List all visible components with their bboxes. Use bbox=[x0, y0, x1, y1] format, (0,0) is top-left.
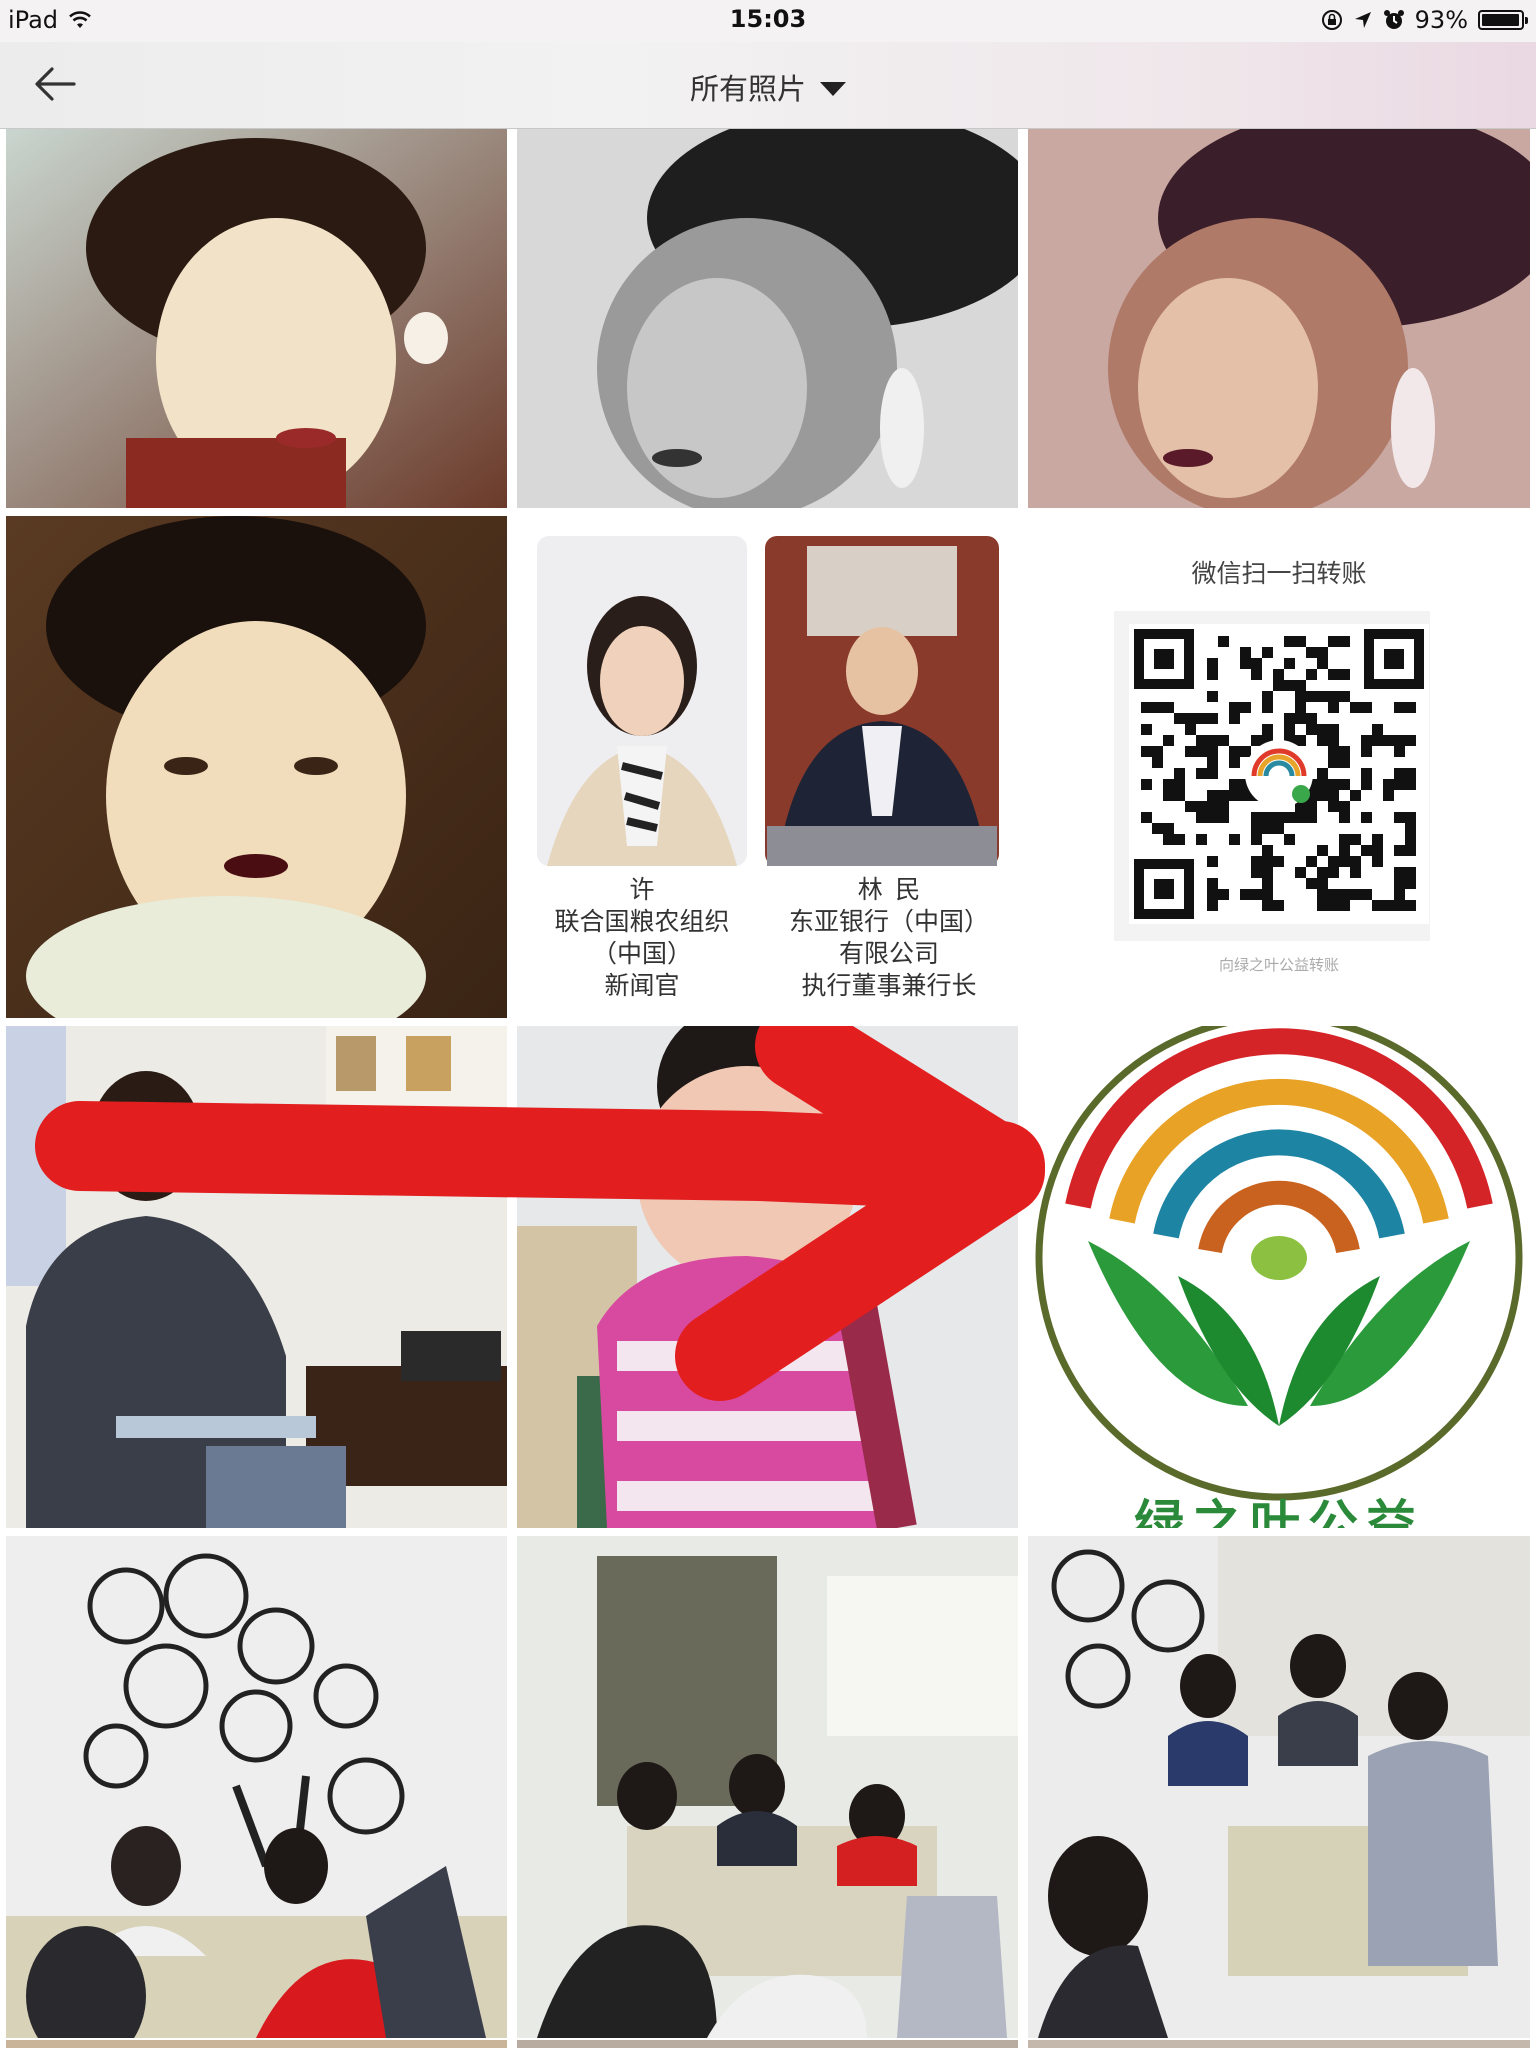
photo-thumbnail[interactable] bbox=[6, 2040, 507, 2048]
status-right: 93% bbox=[1321, 6, 1528, 34]
caption-name: 林 民 bbox=[857, 875, 921, 904]
status-bar: iPad 15:03 93% bbox=[0, 0, 1536, 42]
photo-image bbox=[6, 1026, 507, 1528]
qr-code-photo[interactable]: 微信扫一扫转账 向绿之叶公益转账 bbox=[1028, 516, 1530, 1018]
caption-name: 许 bbox=[629, 875, 655, 904]
qr-title: 微信扫一扫转账 bbox=[1191, 559, 1367, 588]
photo-thumbnail[interactable] bbox=[6, 516, 507, 1018]
battery-percent: 93% bbox=[1414, 6, 1468, 34]
photo-image bbox=[1028, 128, 1530, 508]
caption-line: 东亚银行（中国） bbox=[788, 907, 989, 936]
photo-grid: 许 联合国粮农组织 （中国） 新闻官 林 民 东亚银行（中国） 有限公司 执行董… bbox=[0, 128, 1536, 2048]
photo-thumbnail[interactable] bbox=[517, 128, 1018, 508]
news-card-photo[interactable]: 许 联合国粮农组织 （中国） 新闻官 林 民 东亚银行（中国） 有限公司 执行董… bbox=[517, 516, 1018, 1018]
photo-image bbox=[6, 516, 507, 1018]
page-title: 所有照片 bbox=[689, 72, 806, 106]
photo-image bbox=[6, 128, 507, 508]
photo-thumbnail[interactable] bbox=[1028, 1536, 1530, 2038]
caption-line: （中国） bbox=[591, 939, 692, 968]
location-icon bbox=[1354, 12, 1371, 28]
photo-image bbox=[1028, 1536, 1530, 2038]
photo-thumbnail[interactable] bbox=[517, 1026, 1018, 1528]
qr-code-icon bbox=[1129, 624, 1429, 924]
orientation-lock-icon bbox=[1321, 10, 1342, 30]
photo-thumbnail[interactable] bbox=[6, 1536, 507, 2038]
nav-bar: 所有照片 bbox=[0, 42, 1536, 129]
caret-down-icon bbox=[820, 82, 846, 96]
photo-image bbox=[517, 1536, 1018, 2038]
photo-thumbnail[interactable] bbox=[517, 1536, 1018, 2038]
caption-line: 有限公司 bbox=[838, 939, 939, 968]
photo-image bbox=[517, 128, 1018, 508]
photo-thumbnail[interactable] bbox=[6, 1026, 507, 1528]
caption-person-2: 林 民 东亚银行（中国） 有限公司 执行董事兼行长 bbox=[779, 874, 999, 1002]
photo-thumbnail[interactable] bbox=[1028, 2040, 1530, 2048]
caption-line: 执行董事兼行长 bbox=[801, 971, 977, 1000]
logo-icon bbox=[1035, 1026, 1523, 1501]
caption-line: 联合国粮农组织 bbox=[554, 907, 730, 936]
photo-thumbnail[interactable] bbox=[6, 128, 507, 508]
caption-person-1: 许 联合国粮农组织 （中国） 新闻官 bbox=[537, 874, 747, 1002]
photo-image bbox=[6, 1536, 507, 2038]
album-selector[interactable]: 所有照片 bbox=[0, 66, 1536, 108]
alarm-icon bbox=[1383, 10, 1404, 29]
status-time: 15:03 bbox=[729, 5, 807, 33]
logo-text: 绿之叶公益 bbox=[1134, 1495, 1424, 1528]
qr-footer: 向绿之叶公益转账 bbox=[1218, 956, 1339, 974]
photo-thumbnail[interactable] bbox=[517, 2040, 1018, 2048]
caption-line: 新闻官 bbox=[604, 971, 680, 1000]
photo-image bbox=[517, 1026, 1018, 1528]
battery-icon bbox=[1478, 10, 1528, 30]
photo-thumbnail[interactable] bbox=[1028, 128, 1530, 508]
logo-photo[interactable]: 绿之叶公益 bbox=[1028, 1026, 1530, 1528]
